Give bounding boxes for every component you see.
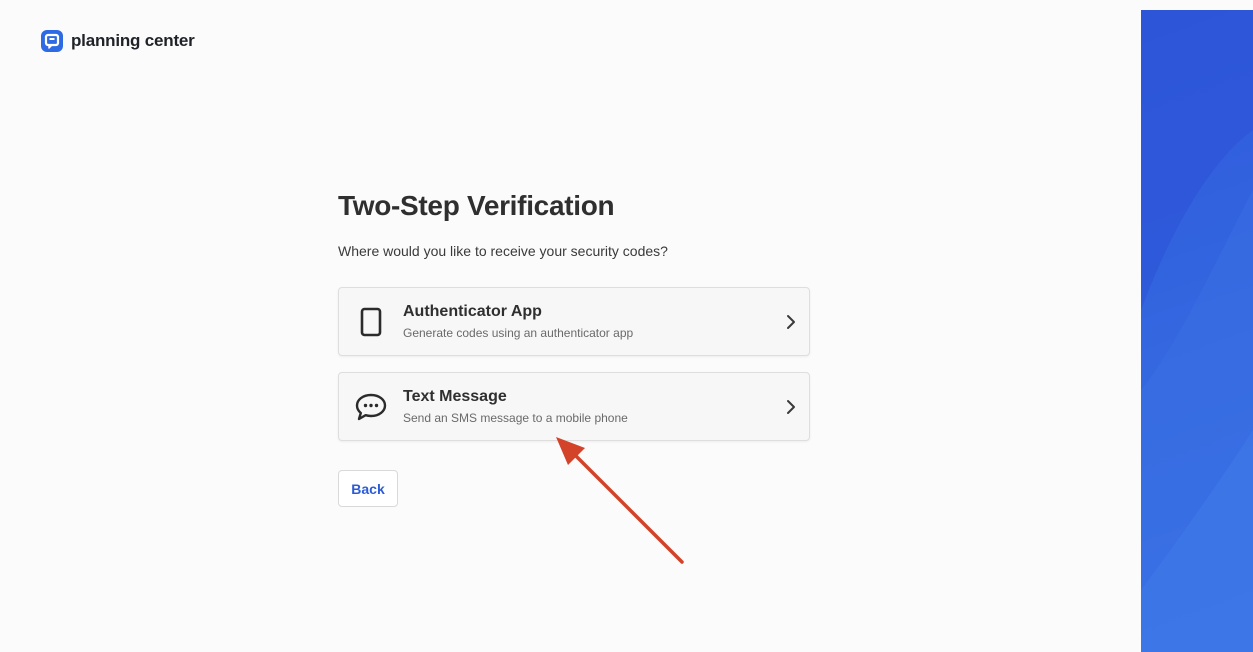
- page-title: Two-Step Verification: [338, 190, 615, 221]
- decorative-side-panel: [1141, 10, 1253, 652]
- option-description: Generate codes using an authenticator ap…: [403, 326, 634, 340]
- planning-center-logo-icon: [41, 30, 63, 52]
- option-description: Send an SMS message to a mobile phone: [403, 411, 628, 425]
- chevron-right-icon: [773, 373, 809, 440]
- chevron-right-icon: [773, 288, 809, 355]
- back-button[interactable]: Back: [338, 470, 398, 507]
- wave-shapes: [1141, 10, 1253, 652]
- option-title: Text Message: [403, 388, 507, 405]
- mobile-phone-icon: [339, 288, 403, 355]
- authenticator-app-option[interactable]: Authenticator App Generate codes using a…: [338, 287, 810, 356]
- text-message-option[interactable]: Text Message Send an SMS message to a mo…: [338, 372, 810, 441]
- brand-name: planning center: [71, 31, 195, 50]
- brand[interactable]: planning center: [41, 30, 195, 52]
- page-subtitle: Where would you like to receive your sec…: [338, 243, 668, 259]
- verification-panel: Two-Step Verification Where would you li…: [338, 186, 810, 507]
- chat-bubble-icon: [339, 373, 403, 440]
- option-title: Authenticator App: [403, 303, 542, 320]
- main-pane: planning center Two-Step Verification Wh…: [0, 0, 1141, 652]
